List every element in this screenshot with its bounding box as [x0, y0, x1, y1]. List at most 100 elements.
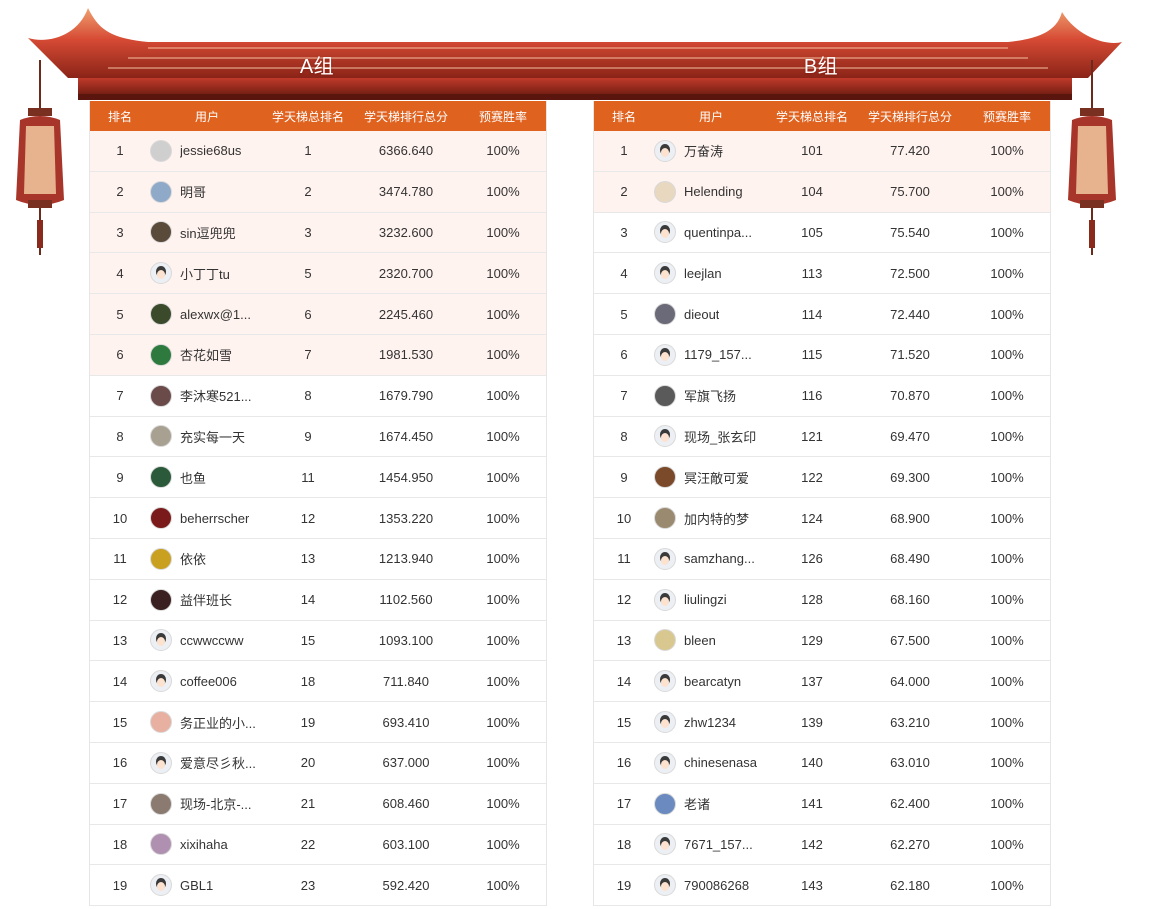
username[interactable]: coffee006	[180, 674, 237, 689]
username[interactable]: 依依	[180, 549, 206, 568]
user-cell[interactable]: 爱意尽彡秋...	[150, 751, 264, 774]
user-cell[interactable]: 冥汪敵可爱	[654, 466, 768, 489]
avatar-icon[interactable]	[150, 221, 172, 244]
user-cell[interactable]: leejlan	[654, 262, 768, 285]
username[interactable]: 小丁丁tu	[180, 264, 230, 283]
username[interactable]: 加内特的梦	[684, 509, 749, 528]
user-cell[interactable]: 现场_张玄印	[654, 425, 768, 448]
user-cell[interactable]: Helending	[654, 180, 768, 203]
user-cell[interactable]: 加内特的梦	[654, 507, 768, 530]
username[interactable]: samzhang...	[684, 551, 755, 566]
username[interactable]: 杏花如雪	[180, 345, 232, 364]
user-cell[interactable]: zhw1234	[654, 711, 768, 734]
user-cell[interactable]: coffee006	[150, 670, 264, 693]
username[interactable]: leejlan	[684, 266, 722, 281]
avatar-icon[interactable]	[150, 139, 172, 162]
username[interactable]: chinesenasa	[684, 755, 757, 770]
avatar-icon[interactable]	[654, 670, 676, 693]
username[interactable]: 务正业的小...	[180, 713, 256, 732]
user-cell[interactable]: bearcatyn	[654, 670, 768, 693]
user-cell[interactable]: sin逗兜兜	[150, 221, 264, 244]
avatar-icon[interactable]	[654, 466, 676, 489]
user-cell[interactable]: 也鱼	[150, 466, 264, 489]
user-cell[interactable]: bleen	[654, 629, 768, 652]
username[interactable]: 爱意尽彡秋...	[180, 753, 256, 772]
avatar-icon[interactable]	[654, 833, 676, 856]
avatar-icon[interactable]	[654, 874, 676, 897]
avatar-icon[interactable]	[654, 547, 676, 570]
user-cell[interactable]: quentinpa...	[654, 221, 768, 244]
username[interactable]: GBL1	[180, 878, 213, 893]
username[interactable]: 冥汪敵可爱	[684, 468, 749, 487]
user-cell[interactable]: samzhang...	[654, 547, 768, 570]
username[interactable]: quentinpa...	[684, 225, 752, 240]
username[interactable]: sin逗兜兜	[180, 223, 236, 242]
avatar-icon[interactable]	[150, 425, 172, 448]
user-cell[interactable]: 790086268	[654, 874, 768, 897]
avatar-icon[interactable]	[150, 751, 172, 774]
user-cell[interactable]: 现场-北京-...	[150, 792, 264, 815]
username[interactable]: 充实每一天	[180, 427, 245, 446]
username[interactable]: bearcatyn	[684, 674, 741, 689]
username[interactable]: 现场_张玄印	[684, 427, 756, 446]
user-cell[interactable]: 7671_157...	[654, 833, 768, 856]
avatar-icon[interactable]	[654, 751, 676, 774]
username[interactable]: 老诸	[684, 794, 710, 813]
user-cell[interactable]: jessie68us	[150, 139, 264, 162]
user-cell[interactable]: dieout	[654, 303, 768, 326]
user-cell[interactable]: xixihaha	[150, 833, 264, 856]
avatar-icon[interactable]	[150, 711, 172, 734]
username[interactable]: 万奋涛	[684, 141, 723, 160]
avatar-icon[interactable]	[150, 670, 172, 693]
avatar-icon[interactable]	[150, 874, 172, 897]
avatar-icon[interactable]	[150, 547, 172, 570]
user-cell[interactable]: 依依	[150, 547, 264, 570]
user-cell[interactable]: 万奋涛	[654, 139, 768, 162]
user-cell[interactable]: 益伴班长	[150, 588, 264, 611]
user-cell[interactable]: 务正业的小...	[150, 711, 264, 734]
username[interactable]: liulingzi	[684, 592, 727, 607]
avatar-icon[interactable]	[654, 384, 676, 407]
username[interactable]: zhw1234	[684, 715, 736, 730]
avatar-icon[interactable]	[654, 629, 676, 652]
username[interactable]: 军旗飞扬	[684, 386, 736, 405]
username[interactable]: 李沐寒521...	[180, 386, 252, 405]
user-cell[interactable]: ccwwccww	[150, 629, 264, 652]
username[interactable]: 1179_157...	[684, 347, 752, 362]
avatar-icon[interactable]	[654, 221, 676, 244]
user-cell[interactable]: 1179_157...	[654, 343, 768, 366]
user-cell[interactable]: beherrscher	[150, 507, 264, 530]
avatar-icon[interactable]	[654, 588, 676, 611]
user-cell[interactable]: alexwx@1...	[150, 303, 264, 326]
avatar-icon[interactable]	[654, 262, 676, 285]
username[interactable]: 7671_157...	[684, 837, 753, 852]
user-cell[interactable]: 杏花如雪	[150, 343, 264, 366]
avatar-icon[interactable]	[654, 425, 676, 448]
avatar-icon[interactable]	[654, 139, 676, 162]
avatar-icon[interactable]	[150, 792, 172, 815]
user-cell[interactable]: 军旗飞扬	[654, 384, 768, 407]
user-cell[interactable]: 充实每一天	[150, 425, 264, 448]
user-cell[interactable]: 明哥	[150, 180, 264, 203]
username[interactable]: 现场-北京-...	[180, 794, 252, 813]
username[interactable]: 790086268	[684, 878, 749, 893]
username[interactable]: ccwwccww	[180, 633, 244, 648]
avatar-icon[interactable]	[654, 343, 676, 366]
avatar-icon[interactable]	[150, 343, 172, 366]
username[interactable]: 益伴班长	[180, 590, 232, 609]
avatar-icon[interactable]	[654, 303, 676, 326]
username[interactable]: xixihaha	[180, 837, 228, 852]
username[interactable]: beherrscher	[180, 511, 249, 526]
username[interactable]: 明哥	[180, 182, 206, 201]
username[interactable]: bleen	[684, 633, 716, 648]
user-cell[interactable]: GBL1	[150, 874, 264, 897]
avatar-icon[interactable]	[654, 711, 676, 734]
username[interactable]: alexwx@1...	[180, 307, 251, 322]
avatar-icon[interactable]	[150, 629, 172, 652]
user-cell[interactable]: 李沐寒521...	[150, 384, 264, 407]
avatar-icon[interactable]	[150, 384, 172, 407]
username[interactable]: jessie68us	[180, 143, 241, 158]
user-cell[interactable]: chinesenasa	[654, 751, 768, 774]
avatar-icon[interactable]	[654, 792, 676, 815]
user-cell[interactable]: 老诸	[654, 792, 768, 815]
